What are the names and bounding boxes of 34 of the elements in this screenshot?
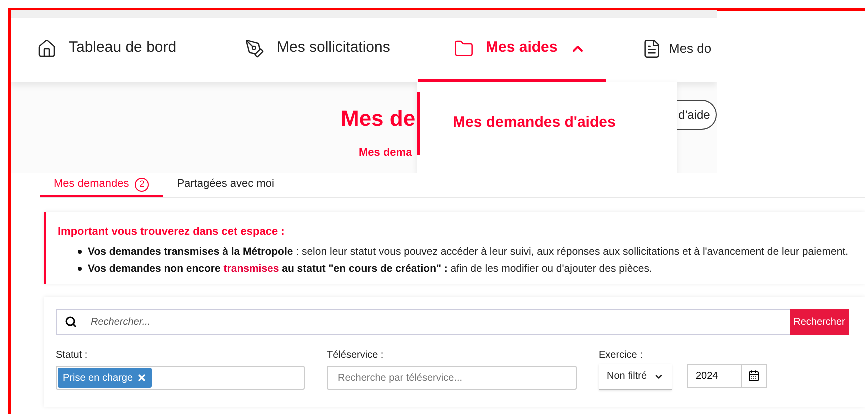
field-label: Statut : (56, 349, 88, 363)
dropdown-item[interactable]: Mes demandes d'aides (417, 92, 677, 155)
year-field[interactable]: 2024 (688, 365, 741, 387)
count-badge: 2 (135, 178, 150, 192)
status-chip[interactable]: Prise en charge (58, 368, 152, 388)
nav-tab[interactable]: Tableau de bord (11, 18, 209, 82)
field-label: Téléservice : (327, 349, 384, 363)
exercice-select[interactable]: Non filtré (599, 364, 672, 390)
tab[interactable]: Mes demandes 2 (40, 174, 164, 197)
search-icon (65, 316, 77, 328)
bullet-icon (78, 250, 82, 254)
search-button[interactable]: Rechercher (790, 309, 849, 335)
pen-icon (245, 38, 265, 58)
field-label: Exercice : (599, 349, 643, 363)
home-icon (37, 38, 57, 58)
search-field[interactable]: Rechercher... (85, 314, 790, 330)
search-bar[interactable]: Rechercher... (56, 309, 790, 335)
document-icon (642, 38, 662, 58)
page-title: Mes de (341, 105, 416, 133)
remove-icon[interactable] (137, 373, 148, 383)
calendar-icon[interactable] (748, 370, 760, 382)
folder-icon (454, 38, 474, 58)
page-subtitle: Mes dema (359, 146, 412, 161)
nav-tab[interactable]: Mes do (606, 18, 717, 82)
notice-title: Important vous trouverez dans cet espace : (58, 225, 285, 240)
teleservice-field[interactable]: Recherche par téléservice... (327, 366, 577, 390)
status-field[interactable]: Prise en charge (56, 366, 305, 390)
bullet-icon (78, 267, 82, 271)
notice-item: Vos demandes transmises à la Métropole : selon leur statut vous pouvez accéder à leur suivi, aux réponses aux sollicitations et à l'avancement de leur paiement. (78, 244, 849, 260)
notice-item: Vos demandes non encore transmises au statut "en cours de création" : afin de les modifier ou d'ajouter des pièces. (78, 260, 652, 278)
year-picker[interactable]: 2024 (687, 364, 767, 388)
aid-button[interactable]: d'aide (676, 100, 717, 130)
nav-tab[interactable]: Mes sollicitations (209, 18, 418, 82)
tab[interactable]: Partagées avec moi (163, 174, 288, 197)
